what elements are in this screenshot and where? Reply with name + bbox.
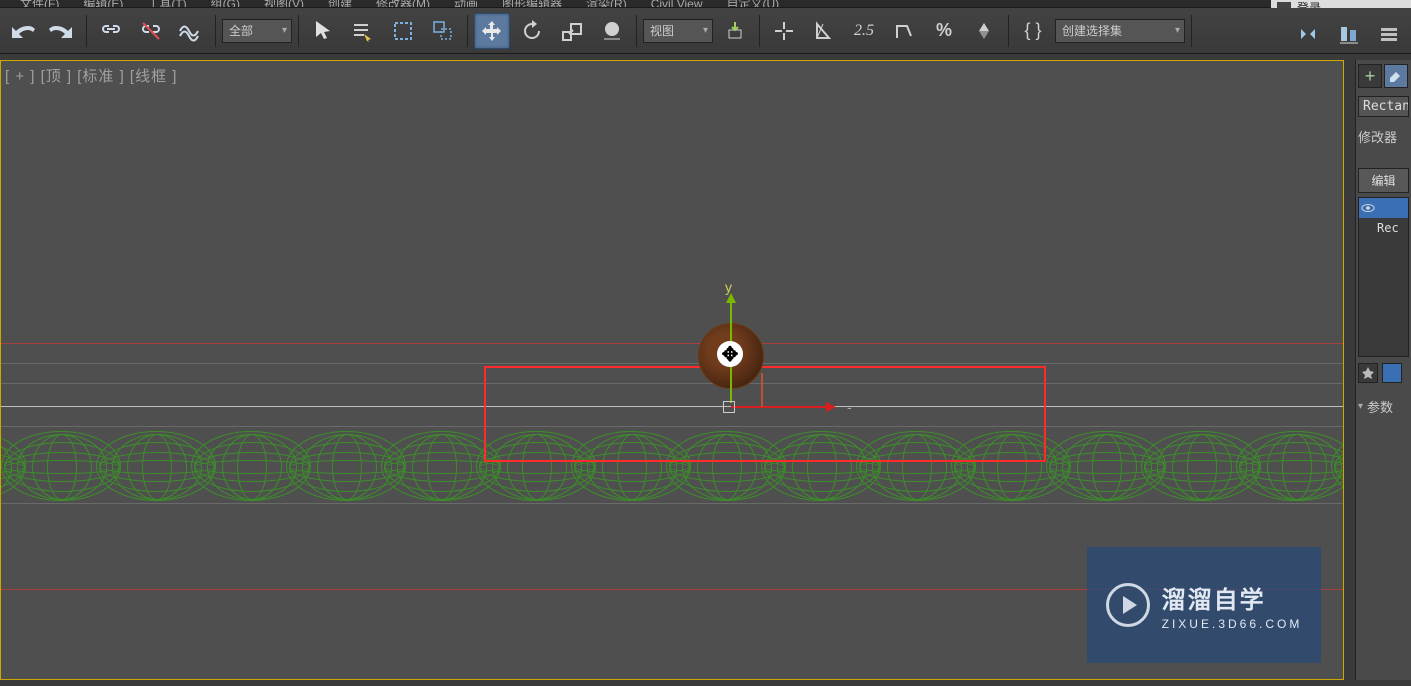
command-panel: + Rectan 修改器 编辑 Rec ▾ 参数 [1355, 60, 1411, 680]
redo-button[interactable] [44, 13, 80, 49]
move-cursor-icon [717, 341, 743, 367]
rollup-title: 参数 [1367, 397, 1393, 416]
watermark-subtitle: ZIXUE.3D66.COM [1162, 617, 1303, 631]
x-axis-dash: - [847, 399, 852, 415]
percent-snap-button[interactable]: 2.5 [846, 13, 882, 49]
viewport-label[interactable]: [ + ] [顶 ] [标准 ] [线框 ] [5, 65, 177, 86]
modifier-stack[interactable]: Rec [1358, 197, 1409, 357]
watermark: 溜溜自学 ZIXUE.3D66.COM [1087, 547, 1321, 663]
menu-create[interactable]: 创建 [328, 0, 352, 8]
selected-rectangle[interactable] [484, 366, 1046, 462]
selection-set-dropdown[interactable]: 创建选择集 [1055, 19, 1185, 43]
stack-config-button[interactable] [1382, 363, 1402, 383]
play-icon [1106, 583, 1150, 627]
move-button[interactable] [474, 13, 510, 49]
gizmo-origin[interactable] [723, 401, 735, 413]
menu-civil[interactable]: Civil View [651, 0, 703, 8]
menu-view[interactable]: 视图(V) [264, 0, 304, 8]
undo-button[interactable] [4, 13, 40, 49]
window-crossing-button[interactable] [425, 13, 461, 49]
parameters-rollup[interactable]: ▾ 参数 [1358, 393, 1409, 420]
snap-toggle-button[interactable] [766, 13, 802, 49]
align-button[interactable] [1331, 16, 1367, 52]
percent-icon-button[interactable]: % [926, 13, 962, 49]
menu-tools[interactable]: 工具(T) [147, 0, 186, 8]
plane-handle-v[interactable] [761, 373, 763, 407]
link-button[interactable] [93, 13, 129, 49]
selection-filter-dropdown[interactable]: 全部 [222, 19, 292, 43]
rotate-button[interactable] [514, 13, 550, 49]
modify-tab[interactable] [1384, 64, 1408, 88]
scale-button[interactable] [554, 13, 590, 49]
layers-button[interactable] [1371, 16, 1407, 52]
percent-snap-label: 2.5 [854, 22, 874, 40]
reference-coord-dropdown[interactable]: 视图 [643, 19, 713, 43]
menu-bar: 文件(F) 编辑(E) 工具(T) 组(G) 视图(V) 创建 修改器(M) 动… [0, 0, 1411, 8]
x-axis-handle[interactable] [731, 406, 826, 408]
menu-render[interactable]: 渲染(R) [586, 0, 627, 8]
main-toolbar: 全部 视图 2.5 % { } 创建选择集 [0, 8, 1411, 54]
watermark-title: 溜溜自学 [1162, 580, 1303, 615]
menu-group[interactable]: 组(G) [211, 0, 240, 8]
menu-grapheditor[interactable]: 图形编辑器 [502, 0, 562, 8]
menu-file[interactable]: 文件(F) [20, 0, 59, 8]
select-by-name-button[interactable] [345, 13, 381, 49]
rectangle-selection-button[interactable] [385, 13, 421, 49]
menu-modifiers[interactable]: 修改器(M) [376, 0, 430, 8]
viewport-top[interactable]: [ + ] [顶 ] [标准 ] [线框 ] y - 溜溜自学 ZIXUE.3D… [0, 60, 1344, 680]
bind-spacewarp-button[interactable] [173, 13, 209, 49]
angle-snap-button[interactable] [806, 13, 842, 49]
use-center-button[interactable] [717, 13, 753, 49]
menu-animation[interactable]: 动画 [454, 0, 478, 8]
placement-button[interactable] [594, 13, 630, 49]
object-name-field[interactable]: Rectan [1358, 96, 1409, 117]
menu-custom[interactable]: 自定义(U) [727, 0, 780, 8]
stack-item[interactable]: Rec [1359, 218, 1408, 238]
chevron-down-icon: ▾ [1358, 401, 1363, 412]
eye-icon [1361, 201, 1375, 215]
stack-item-selected[interactable] [1359, 198, 1408, 218]
axis-constraints-button[interactable] [966, 13, 1002, 49]
mirror-button[interactable] [1291, 16, 1327, 52]
modifier-list-label: 修改器 [1358, 123, 1409, 150]
edit-button[interactable]: 编辑 [1358, 168, 1409, 193]
pin-stack-button[interactable] [1358, 363, 1378, 383]
unlink-button[interactable] [133, 13, 169, 49]
select-object-button[interactable] [305, 13, 341, 49]
spinner-snap-button[interactable] [886, 13, 922, 49]
create-tab[interactable]: + [1358, 64, 1382, 88]
named-selection-set-button[interactable]: { } [1015, 13, 1051, 49]
menu-edit[interactable]: 编辑(E) [83, 0, 123, 8]
